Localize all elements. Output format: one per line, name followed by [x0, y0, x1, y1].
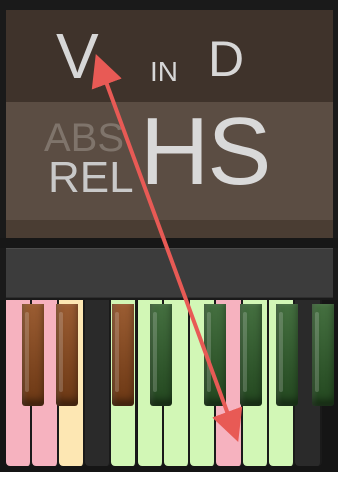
annotation-overlay — [91, 53, 243, 443]
screenshot-root: V IN D ABS REL HS — [0, 0, 338, 484]
double-arrow-icon — [91, 53, 243, 443]
